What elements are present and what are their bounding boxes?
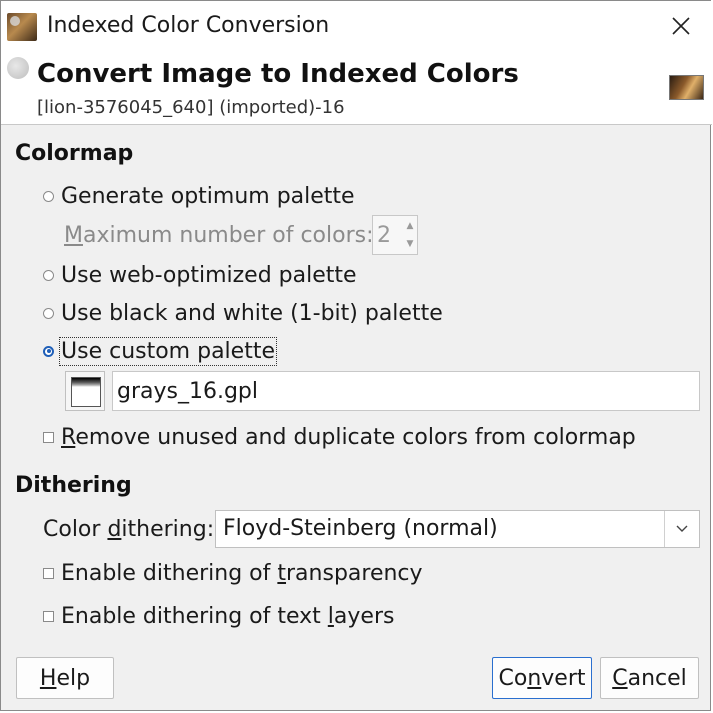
option-optimum-label: Generate optimum palette: [61, 183, 355, 209]
dither-text-layers-option[interactable]: Enable dithering of text layers: [43, 601, 394, 631]
max-colors-spinner[interactable]: 2 ▲ ▼: [372, 215, 418, 255]
radio-optimum[interactable]: [43, 190, 54, 202]
dither-text-layers-checkbox[interactable]: [43, 610, 54, 622]
option-optimum-palette[interactable]: Generate optimum palette: [43, 181, 355, 211]
title-bar[interactable]: Indexed Color Conversion: [1, 1, 712, 51]
close-icon: [672, 17, 690, 35]
option-web-palette[interactable]: Use web-optimized palette: [43, 260, 357, 290]
palette-select-button[interactable]: [65, 371, 105, 411]
palette-name-field[interactable]: grays_16.gpl: [112, 371, 700, 411]
color-dithering-select[interactable]: Floyd-Steinberg (normal): [215, 510, 700, 548]
remove-unused-checkbox[interactable]: [43, 431, 54, 443]
app-icon: [7, 13, 37, 41]
spin-down-icon[interactable]: ▼: [404, 237, 416, 251]
option-bw-palette[interactable]: Use black and white (1-bit) palette: [43, 298, 443, 328]
dialog-footer: Help Co n vert Cancel: [1, 643, 712, 712]
dithering-section-title: Dithering: [15, 473, 132, 498]
spin-up-icon[interactable]: ▲: [404, 219, 416, 233]
radio-bw[interactable]: [43, 307, 54, 319]
dither-transparency-option[interactable]: Enable dithering of transparency: [43, 558, 423, 588]
option-web-label: Use web-optimized palette: [61, 262, 357, 288]
remove-unused-label: Remove unused and duplicate colors from …: [61, 424, 636, 450]
option-custom-label: Use custom palette: [59, 336, 277, 366]
max-colors-row: Maximum number of colors:: [64, 220, 374, 250]
window-title: Indexed Color Conversion: [47, 13, 330, 38]
color-dithering-row: Color dithering:: [43, 514, 214, 544]
remove-unused-option[interactable]: Remove unused and duplicate colors from …: [43, 422, 636, 452]
palette-preview-icon: [71, 377, 101, 407]
max-colors-value[interactable]: 2: [377, 223, 391, 248]
cancel-button[interactable]: Cancel: [600, 657, 699, 699]
dither-transparency-label: Enable dithering of transparency: [61, 560, 423, 586]
radio-web[interactable]: [43, 269, 54, 281]
palette-name: grays_16.gpl: [117, 379, 259, 404]
image-name: [lion-3576045_640] (imported)-16: [37, 97, 345, 118]
image-thumbnail: [669, 75, 704, 100]
help-button[interactable]: Help: [16, 657, 114, 699]
color-dithering-value: Floyd-Steinberg (normal): [223, 516, 498, 541]
colormap-section-title: Colormap: [15, 141, 134, 166]
gimp-icon: [7, 57, 29, 79]
color-dithering-label: Color dithering:: [43, 516, 215, 542]
close-button[interactable]: [658, 5, 704, 47]
dither-transparency-checkbox[interactable]: [43, 567, 54, 579]
max-colors-label: Maximum number of colors:: [64, 222, 374, 248]
option-custom-palette[interactable]: Use custom palette: [43, 336, 277, 366]
dialog-header: Convert Image to Indexed Colors [lion-35…: [1, 51, 712, 125]
option-bw-label: Use black and white (1-bit) palette: [61, 300, 443, 326]
dialog-heading: Convert Image to Indexed Colors: [37, 59, 519, 89]
convert-button[interactable]: Co n vert: [492, 657, 592, 699]
chevron-down-icon[interactable]: [664, 511, 699, 547]
dialog-content: Colormap Generate optimum palette Maximu…: [1, 125, 712, 655]
radio-custom[interactable]: [43, 345, 54, 357]
dialog-window: Indexed Color Conversion Convert Image t…: [0, 0, 712, 712]
dither-text-layers-label: Enable dithering of text layers: [61, 603, 395, 629]
